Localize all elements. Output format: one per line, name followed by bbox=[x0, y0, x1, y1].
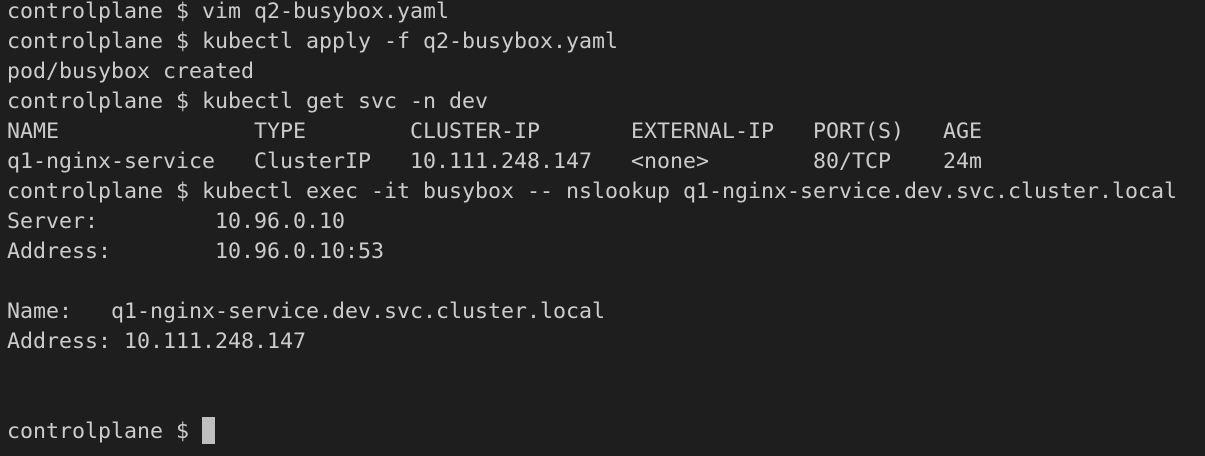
command-line: controlplane $ kubectl get svc -n dev bbox=[7, 89, 489, 114]
output-line: Server: 10.96.0.10 bbox=[7, 209, 346, 234]
output-line: Name: q1-nginx-service.dev.svc.cluster.l… bbox=[7, 299, 606, 324]
cursor-block bbox=[202, 417, 216, 444]
output-line: Address: 10.96.0.10:53 bbox=[7, 239, 385, 264]
command-line: controlplane $ kubectl exec -it busybox … bbox=[7, 179, 1178, 204]
output-line: pod/busybox created bbox=[7, 59, 255, 84]
command-line: controlplane $ kubectl apply -f q2-busyb… bbox=[7, 29, 619, 54]
prompt-text: controlplane $ bbox=[7, 419, 203, 444]
prompt-line[interactable]: controlplane $ bbox=[7, 417, 1205, 447]
table-header: NAME TYPE CLUSTER-IP EXTERNAL-IP PORT(S)… bbox=[7, 119, 983, 144]
table-row: q1-nginx-service ClusterIP 10.111.248.14… bbox=[7, 149, 983, 174]
command-line: controlplane $ vim q2-busybox.yaml bbox=[7, 0, 450, 24]
terminal-window[interactable]: controlplane $ vim q2-busybox.yaml contr… bbox=[0, 0, 1205, 453]
output-line: Address: 10.111.248.147 bbox=[7, 329, 307, 354]
